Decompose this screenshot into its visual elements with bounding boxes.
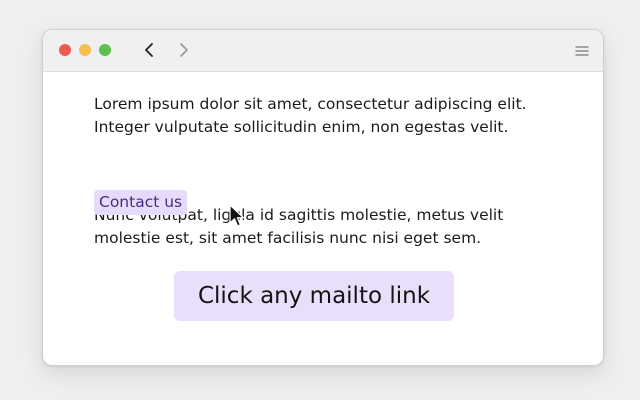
paragraph-1-line-1: Lorem ipsum dolor sit amet, consectetur … <box>94 95 527 113</box>
paragraph-1: Lorem ipsum dolor sit amet, consectetur … <box>94 93 564 139</box>
browser-window: Lorem ipsum dolor sit amet, consectetur … <box>42 29 604 366</box>
mouse-pointer-icon <box>228 204 246 228</box>
contact-us-mailto-link[interactable]: Contact us <box>94 190 188 215</box>
minimize-window-button[interactable] <box>79 44 91 56</box>
paragraph-1-line-2: Integer vulputate sollicitudin enim, non… <box>94 118 509 136</box>
close-window-button[interactable] <box>59 44 71 56</box>
paragraph-2-line-2: molestie est, sit amet facilisis nunc ni… <box>94 229 482 247</box>
hamburger-menu-icon[interactable] <box>575 43 589 57</box>
instruction-callout: Click any mailto link <box>174 271 454 321</box>
zoom-window-button[interactable] <box>99 44 111 56</box>
chevron-left-icon[interactable] <box>140 40 160 60</box>
title-bar <box>43 30 603 72</box>
chevron-right-icon[interactable] <box>173 40 193 60</box>
